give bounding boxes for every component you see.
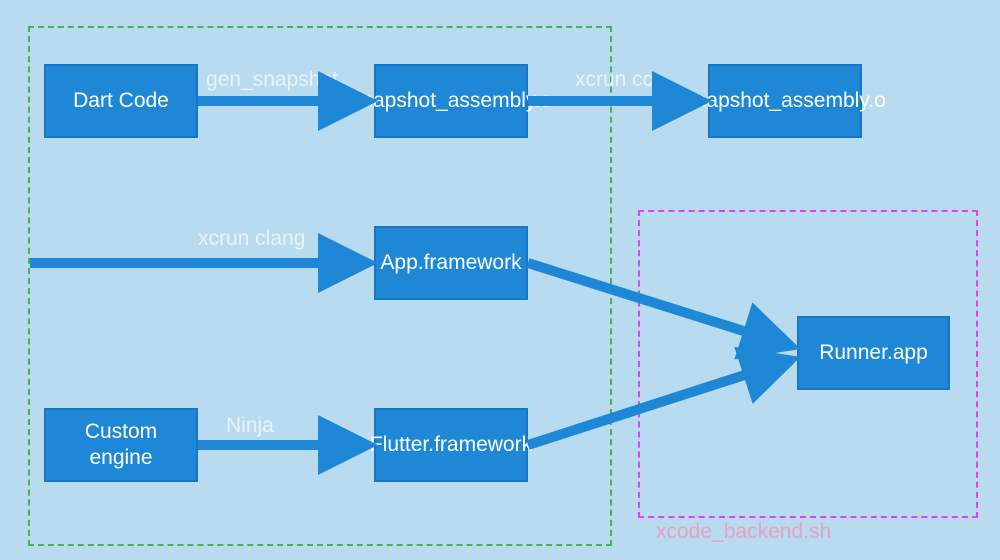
node-snapshot-assembly-s: snapshot_assembly.s xyxy=(374,64,528,138)
node-label: Runner.app xyxy=(819,340,928,366)
node-label: snapshot_assembly.s xyxy=(351,88,551,114)
node-label: App.framework xyxy=(380,250,521,276)
node-custom-engine: Custom engine xyxy=(44,408,198,482)
edge-label-xcrun-clang: xcrun clang xyxy=(198,227,305,251)
node-app-framework: App.framework xyxy=(374,226,528,300)
node-label: Flutter.framework xyxy=(370,432,532,458)
node-label: Dart Code xyxy=(73,88,169,114)
edge-label-xcrun-cc: xcrun cc xyxy=(575,68,653,92)
node-label: snapshot_assembly.o xyxy=(684,88,886,114)
xcode-backend-label: xcode_backend.sh xyxy=(656,520,831,544)
node-runner-app: Runner.app xyxy=(797,316,950,390)
edge-label-ninja: Ninja xyxy=(226,414,274,438)
node-dart-code: Dart Code xyxy=(44,64,198,138)
node-flutter-framework: Flutter.framework xyxy=(374,408,528,482)
node-label: Custom engine xyxy=(54,419,188,472)
node-snapshot-assembly-o: snapshot_assembly.o xyxy=(708,64,862,138)
edge-label-gen-snapshot: gen_snapshot xyxy=(206,68,338,92)
